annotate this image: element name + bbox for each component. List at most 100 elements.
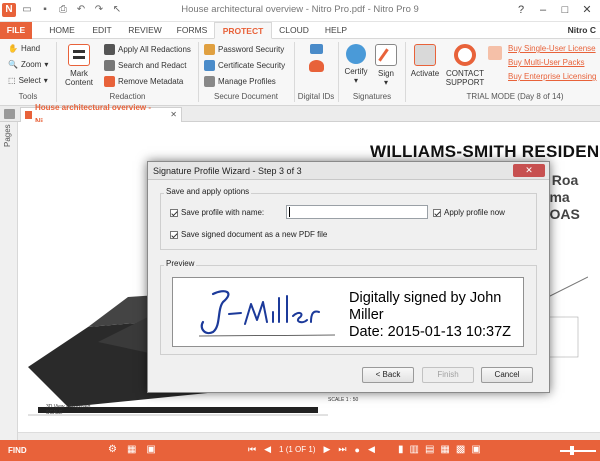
activate-button[interactable]: Activate <box>408 44 442 78</box>
checkbox-checked-icon <box>170 208 178 217</box>
hand-tool[interactable]: ✋ Hand <box>8 44 40 53</box>
close-tab-icon[interactable]: ✕ <box>170 108 177 122</box>
open-icon[interactable]: ▭ <box>20 3 34 17</box>
facing-icon[interactable]: ▤ <box>425 444 434 455</box>
search-and-redact-button[interactable]: Search and Redact <box>104 60 187 71</box>
remove-metadata-button[interactable]: Remove Metadata <box>104 76 183 87</box>
manage-profiles-button[interactable]: Manage Profiles <box>204 76 276 87</box>
save-icon[interactable]: ▪ <box>38 3 52 17</box>
mark-content-button[interactable]: Mark Content <box>60 44 98 87</box>
tab-help[interactable]: HELP <box>320 22 352 39</box>
certificate-icon <box>204 60 215 71</box>
grid-icon[interactable]: ▩ <box>456 444 465 455</box>
secure-document-group-label: Secure Document <box>213 92 279 101</box>
single-page-icon[interactable]: ▮ <box>398 444 404 455</box>
checkbox-checked-icon <box>433 208 441 217</box>
trial-mode-label: TRIAL MODE (Day 8 of 14) <box>466 92 564 101</box>
digital-ids-group-label: Digital IDs <box>297 92 335 101</box>
back-button[interactable]: < Back <box>362 367 414 383</box>
prev-page-icon[interactable]: ◀ <box>264 444 271 455</box>
signatures-group-label: Signatures <box>352 92 392 101</box>
separator <box>198 42 199 102</box>
scale-label: SCALE 1 : 50 <box>328 397 359 403</box>
certify-button[interactable]: Certify ▾ <box>342 44 370 85</box>
text-cursor <box>289 207 290 217</box>
certificate-security-button[interactable]: Certificate Security <box>204 60 285 71</box>
tab-file[interactable]: FILE <box>0 22 32 39</box>
profiles-icon <box>204 76 215 87</box>
settings-icon[interactable]: ⚙ <box>108 444 117 455</box>
continuous-icon[interactable]: ▥ <box>410 444 419 455</box>
fullscreen-icon[interactable]: ▣ <box>471 444 480 455</box>
close-window-button[interactable]: ✕ <box>576 2 598 18</box>
separator <box>405 42 406 102</box>
next-page-icon[interactable]: ▶ <box>323 444 330 455</box>
save-signed-document-checkbox[interactable]: Save signed document as a new PDF file <box>170 230 327 239</box>
status-tools: ⚙ ▦ ▣ <box>108 444 156 455</box>
dialog-close-button[interactable]: ✕ <box>513 164 545 177</box>
chevron-down-icon: ▾ <box>44 60 49 69</box>
minimize-button[interactable]: – <box>532 2 554 18</box>
signature-profile-wizard-dialog: Signature Profile Wizard - Step 3 of 3 ✕… <box>147 161 550 393</box>
thumbnails-icon[interactable]: ▦ <box>440 444 449 455</box>
redact-icon <box>104 44 115 55</box>
fit-page-icon[interactable]: ▣ <box>146 444 155 455</box>
zoom-tool[interactable]: 🔍 Zoom ▾ <box>8 60 48 69</box>
pages-sidebar[interactable]: Pages <box>0 122 18 440</box>
pdf-icon <box>25 111 32 119</box>
digital-id-users-icon[interactable] <box>309 60 324 72</box>
buy-single-user-link[interactable]: Buy Single-User License <box>508 44 597 53</box>
apply-profile-checkbox[interactable]: Apply profile now <box>433 208 505 217</box>
contact-support-button[interactable]: CONTACT SUPPORT <box>444 44 486 87</box>
tab-edit[interactable]: EDIT <box>88 22 116 39</box>
buy-enterprise-link[interactable]: Buy Enterprise Licensing <box>508 72 597 81</box>
select-tool[interactable]: ⬚ Select ▾ <box>8 76 48 85</box>
activate-key-icon <box>414 44 436 66</box>
window-title: House architectural overview - Nitro Pro… <box>181 4 419 15</box>
window-controls: ? – □ ✕ <box>510 2 598 18</box>
signature-preview: Digitally signed by John Miller Date: 20… <box>172 277 524 347</box>
zoom-slider-handle[interactable] <box>570 446 574 455</box>
sign-button[interactable]: Sign ▾ <box>372 44 400 87</box>
buy-multi-user-link[interactable]: Buy Multi-User Packs <box>508 58 597 67</box>
document-tab[interactable]: House architectural overview - Ni... ✕ <box>20 103 182 126</box>
tab-cloud[interactable]: CLOUD <box>276 22 312 39</box>
separator <box>56 42 57 102</box>
folder-icon[interactable] <box>4 109 15 119</box>
play-icon[interactable]: ● <box>355 445 360 455</box>
tab-protect[interactable]: PROTECT <box>214 22 272 39</box>
page-indicator[interactable]: 1 (1 OF 1) <box>279 445 315 454</box>
digital-id-card-icon[interactable] <box>310 44 323 54</box>
chevron-down-icon: ▾ <box>43 76 48 85</box>
checkbox-checked-icon <box>170 230 178 239</box>
undo-icon[interactable]: ↶ <box>74 3 88 17</box>
zoom-slider[interactable] <box>560 450 596 452</box>
sign-pen-icon <box>375 44 397 66</box>
first-page-icon[interactable]: ⏮ <box>248 444 256 455</box>
signature-text: Digitally signed by John Miller Date: 20… <box>349 290 512 340</box>
save-profile-checkbox[interactable]: Save profile with name: <box>170 208 264 217</box>
profile-name-input[interactable] <box>286 205 428 219</box>
lock-icon <box>204 44 215 55</box>
quick-access-toolbar: N ▭ ▪ ⎙ ↶ ↷ ↖ <box>2 3 124 17</box>
tab-home[interactable]: HOME <box>44 22 80 39</box>
redo-icon[interactable]: ↷ <box>92 3 106 17</box>
horizontal-scrollbar[interactable] <box>18 432 600 440</box>
apply-all-redactions-button[interactable]: Apply All Redactions <box>104 44 191 55</box>
find-button[interactable]: FIND <box>8 446 27 455</box>
drawing-scale: SCALE <box>46 410 63 416</box>
password-security-button[interactable]: Password Security <box>204 44 284 55</box>
finish-button[interactable]: Finish <box>422 367 474 383</box>
chevron-down-icon: ▾ <box>383 78 388 87</box>
split-view-icon[interactable]: ▦ <box>127 444 136 455</box>
user-name: Nitro C <box>567 25 596 35</box>
print-icon[interactable]: ⎙ <box>56 3 70 17</box>
cursor-icon[interactable]: ↖ <box>110 3 124 17</box>
back-icon[interactable]: ◀ <box>368 444 375 455</box>
tab-review[interactable]: REVIEW <box>124 22 166 39</box>
maximize-button[interactable]: □ <box>554 2 576 18</box>
last-page-icon[interactable]: ⏭ <box>338 444 346 455</box>
cancel-button[interactable]: Cancel <box>481 367 533 383</box>
help-icon[interactable]: ? <box>510 2 532 18</box>
tab-forms[interactable]: FORMS <box>172 22 212 39</box>
